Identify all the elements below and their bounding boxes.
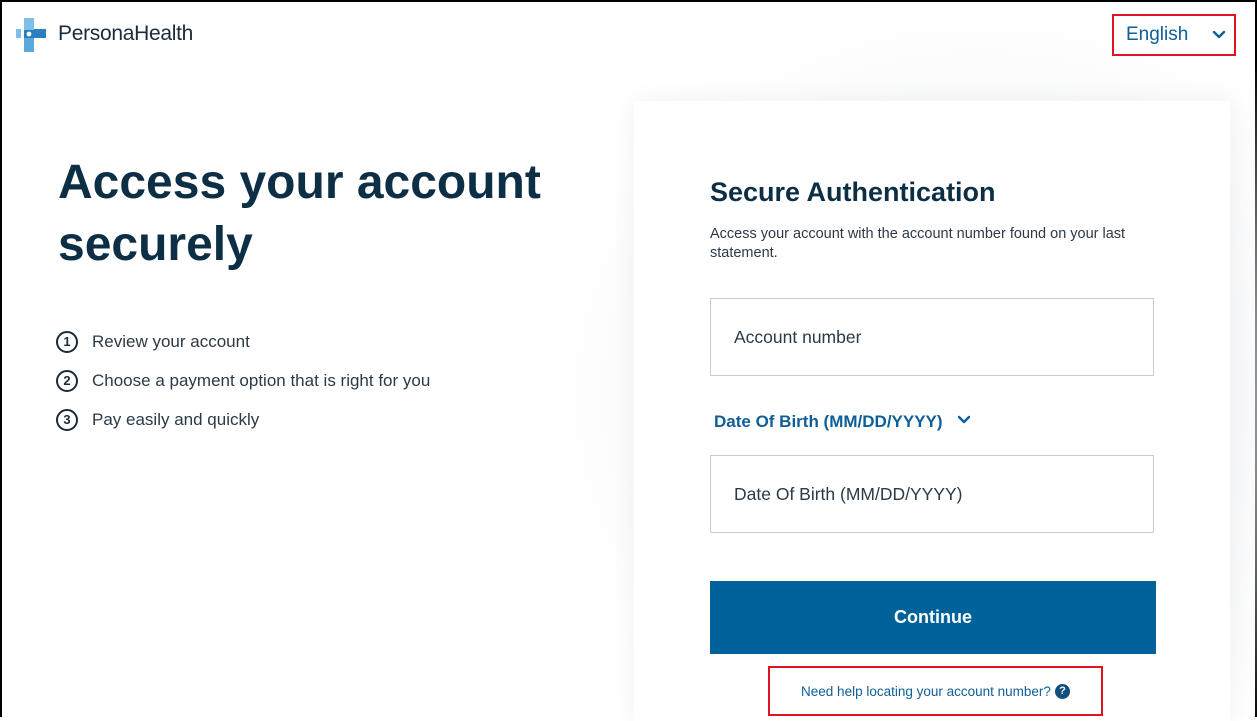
help-link-highlight: Need help locating your account number? …	[768, 666, 1103, 716]
step-item: 2 Choose a payment option that is right …	[56, 361, 430, 400]
help-locate-account-link[interactable]: Need help locating your account number? …	[801, 683, 1070, 699]
continue-button[interactable]: Continue	[710, 581, 1156, 654]
help-link-text: Need help locating your account number?	[801, 683, 1051, 699]
page: PersonaHealth English Access your accoun…	[8, 2, 1257, 721]
dob-format-toggle[interactable]: Date Of Birth (MM/DD/YYYY)	[714, 412, 971, 432]
card-subtitle: Access your account with the account num…	[710, 226, 1126, 261]
brand-logo[interactable]: PersonaHealth	[16, 16, 193, 52]
account-number-input[interactable]	[711, 299, 1153, 375]
cross-logo-icon	[16, 16, 52, 52]
dob-field	[710, 455, 1154, 533]
step-item: 1 Review your account	[56, 322, 430, 361]
step-text: Pay easily and quickly	[92, 409, 260, 429]
brand-name: PersonaHealth	[58, 22, 194, 45]
step-text: Review your account	[92, 331, 250, 351]
language-selected-label: English	[1126, 24, 1189, 45]
step-number-badge: 1	[56, 330, 78, 353]
step-item: 3 Pay easily and quickly	[56, 400, 430, 439]
auth-card: Secure Authentication Access your accoun…	[634, 101, 1230, 721]
question-circle-icon: ?	[1054, 683, 1070, 699]
step-text: Choose a payment option that is right fo…	[92, 370, 431, 390]
chevron-down-icon	[1212, 28, 1226, 42]
account-number-field	[710, 298, 1154, 376]
language-selector[interactable]: English	[1112, 14, 1236, 56]
card-title: Secure Authentication	[710, 177, 996, 207]
dob-input[interactable]	[711, 456, 1153, 532]
steps-list: 1 Review your account 2 Choose a payment…	[56, 322, 430, 439]
step-number-badge: 2	[56, 369, 78, 392]
step-number-badge: 3	[56, 408, 78, 431]
dob-format-label: Date Of Birth (MM/DD/YYYY)	[714, 412, 943, 431]
hero-title: Access your account securely	[58, 156, 541, 271]
chevron-down-icon	[957, 413, 971, 432]
